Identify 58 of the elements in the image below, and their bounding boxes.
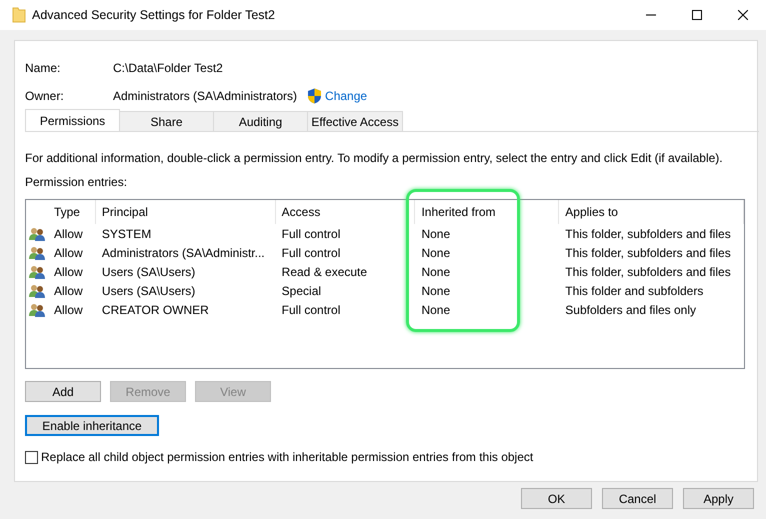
table-cell-text: Allow <box>52 264 84 280</box>
column-header[interactable]: Inherited from <box>415 200 560 224</box>
shield-icon <box>307 88 322 104</box>
dialog-button[interactable]: OK <box>521 488 592 509</box>
checkbox-label: Replace all child object permission entries with inheritable permission entries from this object <box>41 449 534 466</box>
owner-value: Administrators (SA\Administrators) <box>113 88 298 105</box>
dialog-button[interactable]: Apply <box>683 488 754 509</box>
users-icon <box>29 264 45 278</box>
table-cell-text: Allow <box>52 226 84 242</box>
name-value: C:\Data\Folder Test2 <box>113 60 223 77</box>
table-cell-text: None <box>420 244 452 262</box>
table-cell-text: This folder and subfolders <box>564 282 704 300</box>
column-header[interactable]: Type <box>48 200 96 224</box>
users-icon <box>29 226 45 240</box>
table-cell-text: This folder, subfolders and files <box>564 244 732 262</box>
table-cell-text: This folder, subfolders and files <box>564 264 732 280</box>
table-cell-text: None <box>420 302 452 318</box>
checkbox[interactable] <box>25 450 38 464</box>
table-cell-text: Users (SA\Users) <box>100 264 196 280</box>
maximize-icon[interactable] <box>692 10 702 20</box>
table-cell-text: Subfolders and files only <box>564 302 698 318</box>
users-icon <box>29 302 45 316</box>
users-icon <box>29 246 45 260</box>
table-cell-text: Special <box>280 282 322 300</box>
table-cell-text: Full control <box>280 244 342 262</box>
column-header[interactable]: Access <box>276 200 416 224</box>
name-label: Name: <box>25 60 62 77</box>
table-cell-text: None <box>420 264 452 280</box>
table-cell-text: None <box>420 226 452 242</box>
table-cell-text: CREATOR OWNER <box>100 302 210 318</box>
table-cell-text: Full control <box>280 302 342 318</box>
table-cell-text: SYSTEM <box>100 226 152 242</box>
column-header[interactable]: Applies to <box>559 200 744 224</box>
info-text: For additional information, double-click a permission entry. To modify a permission entry, select the entry and click Edit (if available). <box>25 150 724 167</box>
table-cell-text: Read & execute <box>280 264 368 280</box>
users-icon <box>29 284 45 298</box>
enable-inheritance-button[interactable]: Enable inheritance <box>25 415 159 436</box>
entry-button[interactable]: Add <box>25 381 101 402</box>
dialog-button[interactable]: Cancel <box>602 488 673 509</box>
table-cell-text: None <box>420 282 452 300</box>
tab[interactable]: Share <box>119 111 214 131</box>
tab[interactable]: Auditing <box>213 111 308 131</box>
table-cell-text: Administrators (SA\Administr... <box>100 244 266 262</box>
tab[interactable]: Permissions <box>25 109 120 131</box>
permission-entries-label: Permission entries: <box>25 174 128 191</box>
folder-icon <box>12 7 26 23</box>
table-cell-text: Users (SA\Users) <box>100 282 196 300</box>
column-header[interactable]: Principal <box>96 200 276 224</box>
window-title: Advanced Security Settings for Folder Test2 <box>32 6 275 24</box>
tab[interactable]: Effective Access <box>307 111 403 131</box>
table-cell-text: Full control <box>280 226 342 242</box>
table-cell-text: Allow <box>52 282 84 300</box>
table-cell-text: Allow <box>52 244 84 262</box>
owner-label: Owner: <box>25 88 65 105</box>
table-cell-text: This folder, subfolders and files <box>564 226 732 242</box>
change-link[interactable]: Change <box>325 87 368 105</box>
table-cell-text: Allow <box>52 302 84 318</box>
close-icon[interactable] <box>738 10 748 20</box>
